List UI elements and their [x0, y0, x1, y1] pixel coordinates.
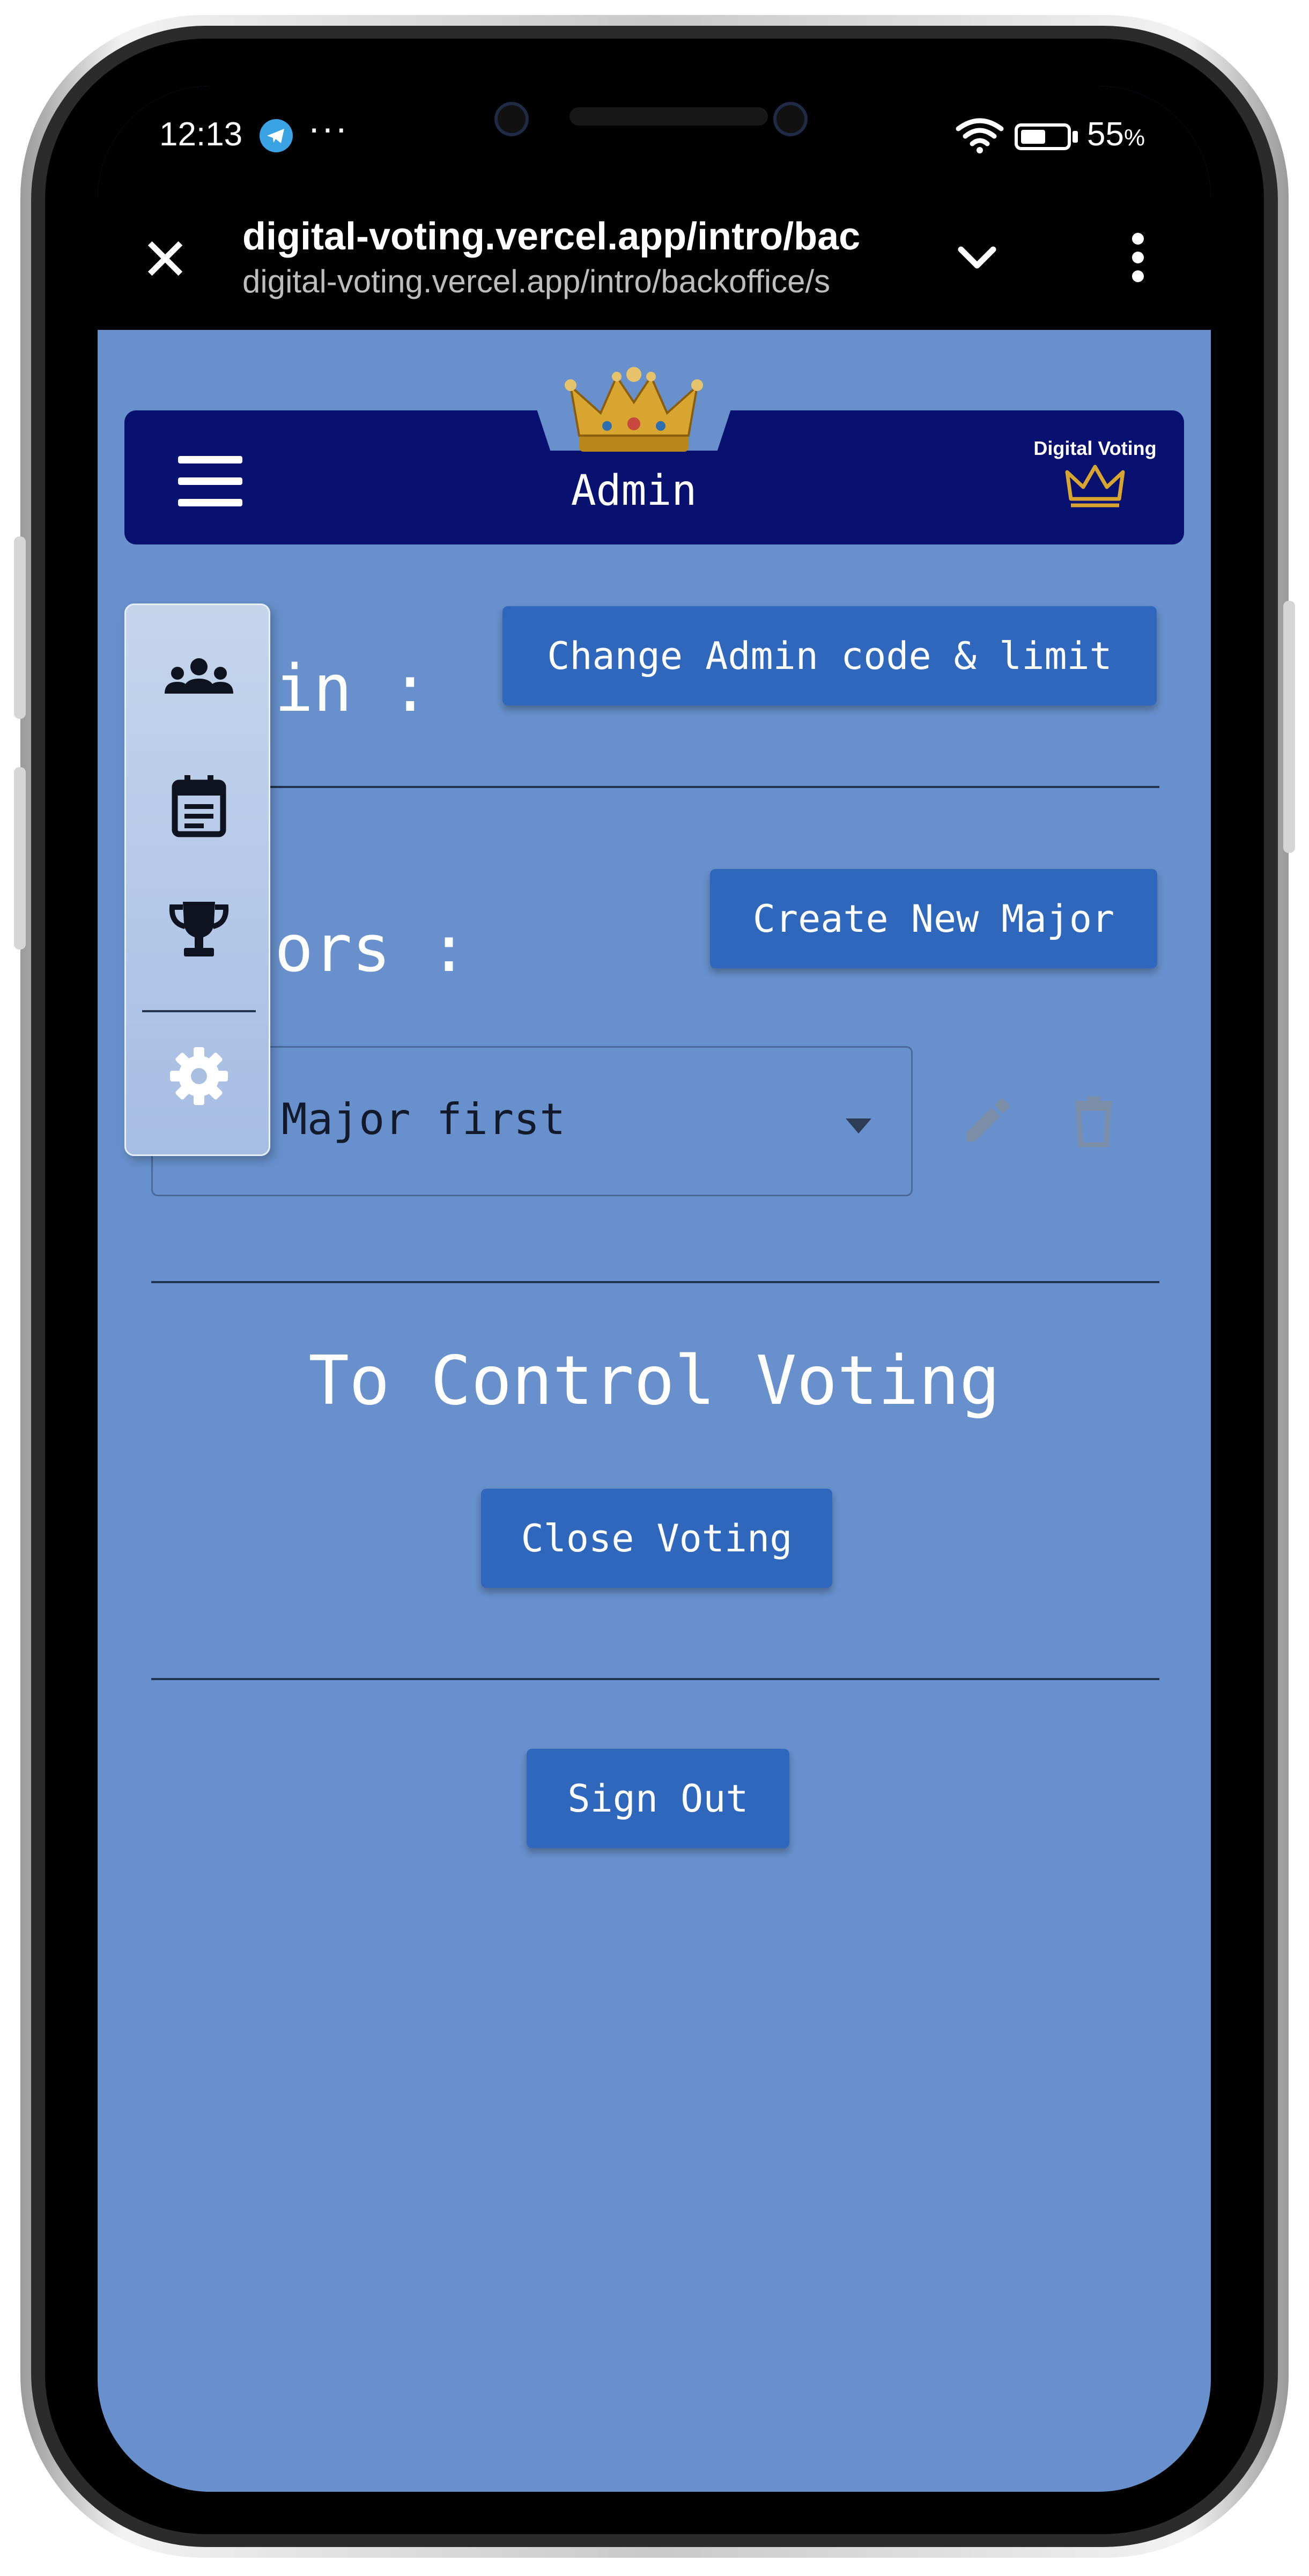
- phone-screen: 12:13 ··· 55% ✕ digital-voting.vercel.ap…: [98, 86, 1211, 2492]
- section-divider: [151, 786, 1159, 788]
- chevron-down-icon[interactable]: [956, 241, 999, 276]
- more-notifications-icon: ···: [308, 107, 349, 149]
- wifi-icon: [956, 117, 1004, 157]
- battery-percent: 55%: [1087, 116, 1145, 153]
- dropdown-arrow-icon[interactable]: [846, 1118, 871, 1134]
- close-tab-button[interactable]: ✕: [140, 231, 190, 290]
- section-divider: [151, 1678, 1159, 1680]
- change-admin-code-button[interactable]: Change Admin code & limit: [502, 606, 1157, 705]
- earpiece: [570, 107, 768, 126]
- trophy-icon: [167, 896, 231, 963]
- gear-icon: [167, 1044, 231, 1111]
- battery-tip: [1073, 131, 1078, 143]
- url-title[interactable]: digital-voting.vercel.app/intro/bac: [242, 215, 915, 259]
- majors-section-title: ors :: [275, 912, 469, 987]
- control-voting-title: To Control Voting: [308, 1341, 1000, 1420]
- status-time: 12:13: [159, 116, 243, 153]
- phone-volume-down-button: [14, 767, 26, 950]
- phone-power-button: [1283, 601, 1295, 853]
- admin-section-title: in :: [275, 652, 430, 726]
- close-voting-button[interactable]: Close Voting: [481, 1489, 832, 1588]
- brand-crown-icon: [1063, 461, 1127, 512]
- phone-volume-up-button: [14, 536, 26, 719]
- front-sensor: [773, 102, 808, 136]
- page-title: Admin: [571, 467, 697, 515]
- section-divider: [151, 1281, 1159, 1283]
- front-camera: [494, 102, 529, 136]
- create-new-major-button[interactable]: Create New Major: [710, 869, 1157, 968]
- side-menu-item-users[interactable]: [126, 632, 272, 723]
- side-menu-item-results[interactable]: [126, 884, 272, 975]
- url-full[interactable]: digital-voting.vercel.app/intro/backoffi…: [242, 263, 915, 300]
- side-menu-divider: [142, 1010, 256, 1012]
- more-options-icon[interactable]: [1130, 231, 1146, 287]
- delete-trash-icon[interactable]: [1071, 1094, 1116, 1151]
- side-menu-item-settings[interactable]: [126, 1032, 272, 1123]
- crown-logo-icon: [563, 365, 705, 459]
- people-group-icon: [161, 655, 236, 701]
- brand-name: Digital Voting: [1033, 437, 1157, 459]
- hamburger-menu-icon[interactable]: [178, 456, 242, 520]
- battery-level: [1021, 130, 1045, 144]
- side-menu: [124, 603, 270, 1156]
- telegram-icon: [260, 119, 293, 152]
- sign-out-button[interactable]: Sign Out: [527, 1749, 789, 1848]
- calendar-note-icon: [169, 773, 228, 840]
- edit-pencil-icon[interactable]: [958, 1094, 1012, 1151]
- side-menu-item-schedule[interactable]: [126, 761, 272, 852]
- battery-icon: [1015, 123, 1071, 150]
